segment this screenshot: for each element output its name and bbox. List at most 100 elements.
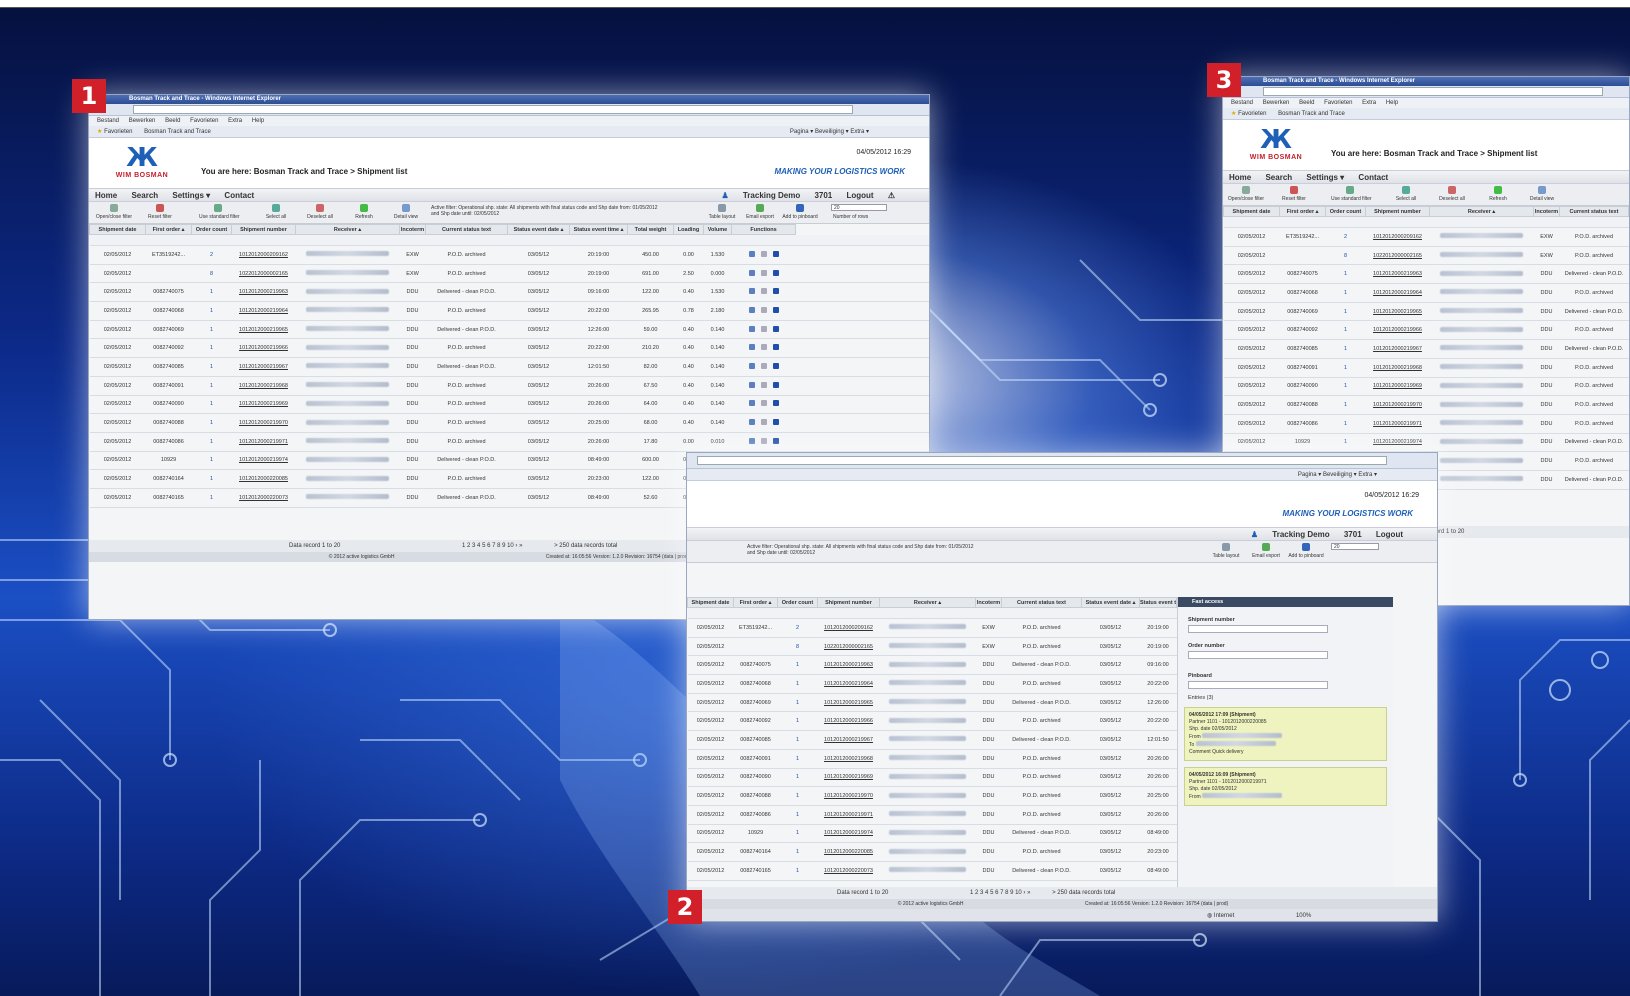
address-input[interactable] [697, 456, 1387, 465]
logout-link[interactable]: Logout [1376, 530, 1403, 539]
filter-cell[interactable] [731, 234, 796, 246]
table-cell[interactable]: 1 [191, 282, 232, 303]
filter-cell[interactable] [1001, 607, 1082, 619]
table-cell[interactable]: 1012012000219971 [1365, 414, 1430, 434]
table-row[interactable]: 02/05/2012 0082740086 1 1012012000219971 DDU… [687, 805, 1177, 825]
table-cell[interactable]: 1012012000219968 [1365, 358, 1430, 378]
column-header[interactable]: Functions [731, 224, 796, 235]
detail-icon[interactable] [748, 362, 755, 369]
table-row[interactable]: 02/05/2012 0082740091 1 1012012000219968 DDU… [687, 749, 1177, 769]
table-row[interactable]: 02/05/2012 8 1022012000002165 EXW P.O.D. arc… [89, 264, 929, 284]
detail-icon[interactable] [748, 437, 755, 444]
table-cell[interactable]: 1 [777, 693, 818, 713]
table-layout-button[interactable]: Table layout [1207, 543, 1245, 559]
table-row[interactable]: 02/05/2012 0082740069 1 1012012000219965 DDU… [687, 693, 1177, 713]
nav-settings[interactable]: Settings ▾ [1306, 173, 1344, 182]
menu-item[interactable]: Extra [1362, 100, 1376, 106]
filter-cell[interactable] [569, 234, 628, 246]
menu-item[interactable]: Bestand [97, 118, 119, 124]
filter-cell[interactable] [145, 234, 192, 246]
detail-icon[interactable] [748, 344, 755, 351]
print-icon[interactable] [760, 269, 767, 276]
refresh-button[interactable]: Refresh [1479, 186, 1517, 202]
standard-filter-button[interactable]: Use standard filter [199, 204, 240, 220]
filter-cell[interactable] [507, 234, 570, 246]
column-header[interactable]: Shipment date [687, 597, 734, 608]
rows-select[interactable]: 20 [831, 204, 887, 211]
table-cell[interactable]: 1 [1325, 358, 1366, 378]
table-cell[interactable]: 1012012000219964 [817, 674, 880, 694]
table-cell[interactable]: 1012012000219964 [1365, 283, 1430, 303]
table-cell[interactable]: 1 [777, 805, 818, 825]
favorites-star-icon[interactable]: ★ [97, 129, 102, 135]
filter-cell[interactable] [231, 234, 296, 246]
pinboard-input[interactable] [1188, 681, 1328, 689]
filter-cell[interactable] [1139, 607, 1177, 619]
table-cell[interactable]: 1 [191, 357, 232, 377]
table-cell[interactable]: 1012012000219970 [231, 413, 296, 433]
table-cell[interactable]: 1 [777, 655, 818, 676]
pin-icon[interactable] [772, 419, 779, 426]
refresh-button[interactable]: Refresh [345, 204, 383, 220]
print-icon[interactable] [760, 325, 767, 332]
table-cell[interactable]: 1012012000219968 [231, 376, 296, 396]
table-cell[interactable]: 1 [1325, 283, 1366, 303]
filter-cell[interactable] [673, 234, 704, 246]
table-cell[interactable]: 1012012000219965 [231, 320, 296, 340]
table-row[interactable]: 02/05/2012 0082740068 1 1012012000219964 DDU… [89, 301, 929, 321]
table-row[interactable]: 02/05/2012 0082740075 1 1012012000219963 DDU… [687, 655, 1177, 676]
print-icon[interactable] [760, 400, 767, 407]
table-cell[interactable]: 1012012000219965 [817, 693, 880, 713]
column-header[interactable]: Status event date ▴ [1081, 597, 1140, 608]
table-cell[interactable]: 1012012000219966 [1365, 320, 1430, 341]
email-export-button[interactable]: Email export [741, 204, 779, 220]
table-row[interactable]: 02/05/2012 10929 1 1012012000219974 DDU Deliv… [687, 824, 1177, 844]
table-row[interactable]: 02/05/2012 10929 1 1012012000219974 DDU Deliv… [1223, 433, 1629, 453]
table-cell[interactable]: 1 [191, 413, 232, 433]
pin-icon[interactable] [772, 400, 779, 407]
detail-icon[interactable] [748, 400, 755, 407]
ie-command-bar[interactable]: Pagina ▾ Beveiliging ▾ Extra ▾ [1298, 469, 1377, 481]
column-header[interactable]: Current status text [1001, 597, 1082, 608]
table-cell[interactable]: 1012012000209162 [817, 618, 880, 638]
table-cell[interactable]: 1012012000219966 [817, 711, 880, 732]
filter-cell[interactable] [733, 607, 778, 619]
table-row[interactable]: 02/05/2012 0082740091 1 1012012000219968 DDU… [1223, 358, 1629, 378]
table-cell[interactable]: 1012012000219963 [1365, 264, 1430, 285]
table-row[interactable]: 02/05/2012 0082740075 1 1012012000219963 DDU… [1223, 264, 1629, 285]
filter-cell[interactable] [817, 607, 880, 619]
standard-filter-button[interactable]: Use standard filter [1331, 186, 1372, 202]
table-row[interactable]: 02/05/2012 0082740086 1 1012012000219971 DDU… [89, 432, 929, 452]
nav-settings[interactable]: Settings ▾ [172, 191, 210, 200]
table-row[interactable]: 02/05/2012 ET3519242... 2 1012012000209162 E… [1223, 227, 1629, 247]
rows-select[interactable]: 20 [1331, 543, 1379, 550]
table-row[interactable]: 02/05/2012 ET3519242... 2 1012012000209162 E… [687, 618, 1177, 638]
table-cell[interactable]: 2 [777, 618, 818, 638]
favorites-label[interactable]: Favorieten [104, 129, 132, 135]
table-row[interactable]: 02/05/2012 0082740092 1 1012012000219966 DDU… [1223, 320, 1629, 341]
table-row[interactable]: 02/05/2012 0082740088 1 1012012000219970 DDU… [89, 413, 929, 433]
table-cell[interactable]: 1 [1325, 414, 1366, 434]
detail-view-button[interactable]: Detail view [1523, 186, 1561, 202]
ie-command-bar[interactable]: Pagina ▾ Beveiliging ▾ Extra ▾ [790, 126, 869, 138]
table-cell[interactable]: 1 [777, 786, 818, 806]
table-cell[interactable]: 1 [777, 768, 818, 788]
browser-tab[interactable]: Bosman Track and Trace [144, 129, 211, 135]
filter-cell[interactable] [89, 234, 146, 246]
deselect-all-button[interactable]: Deselect all [301, 204, 339, 220]
table-cell[interactable]: 1 [777, 674, 818, 694]
table-cell[interactable]: 8 [191, 264, 232, 284]
table-row[interactable]: 02/05/2012 0082740069 1 1012012000219965 DDU… [89, 320, 929, 340]
table-cell[interactable]: 1 [1325, 264, 1366, 285]
column-header[interactable]: Loading [673, 224, 704, 235]
table-row[interactable]: 02/05/2012 0082740091 1 1012012000219968 DDU… [89, 376, 929, 396]
column-header[interactable]: Shipment number [817, 597, 880, 608]
column-header[interactable]: Order count [777, 597, 818, 608]
column-header[interactable]: Incoterm [399, 224, 426, 235]
filter-cell[interactable] [1365, 216, 1430, 228]
table-cell[interactable]: 1012012000219967 [231, 357, 296, 377]
table-cell[interactable]: 1022012000002165 [817, 637, 880, 657]
column-header[interactable]: Current status text [425, 224, 508, 235]
filter-cell[interactable] [687, 607, 734, 619]
open-close-filter-button[interactable]: Open/close filter [95, 204, 133, 220]
